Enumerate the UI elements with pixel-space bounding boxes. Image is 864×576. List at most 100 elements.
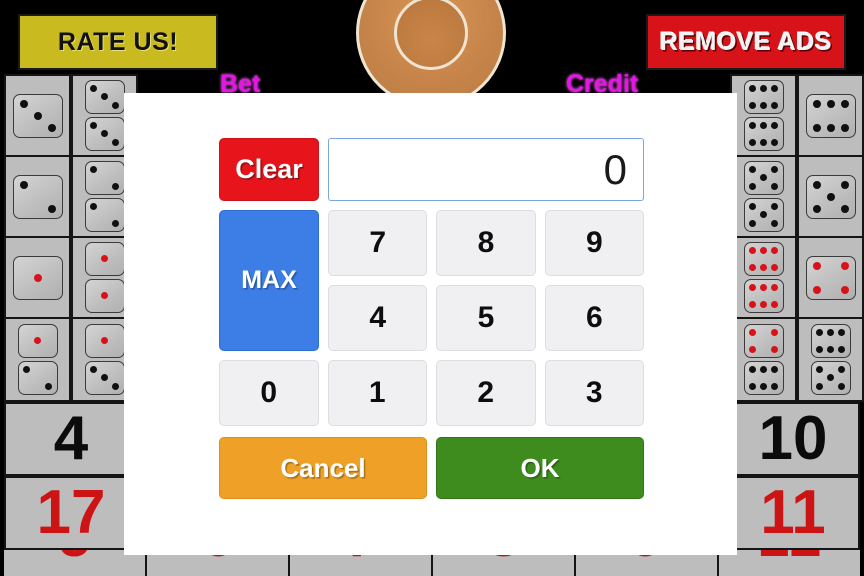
die-pip <box>770 121 778 129</box>
die-pip <box>826 123 835 132</box>
die-pip <box>33 273 42 282</box>
die-pip <box>770 102 778 110</box>
die-pip <box>100 93 108 101</box>
die-face-1 <box>12 255 63 300</box>
die-face-6 <box>810 324 851 358</box>
dice-cell[interactable] <box>6 238 69 319</box>
die-pip <box>749 121 757 129</box>
cancel-button[interactable]: Cancel <box>219 437 427 499</box>
die-pip <box>759 283 767 291</box>
die-pip <box>816 346 824 354</box>
dice-cell[interactable] <box>799 319 862 400</box>
remove-ads-button[interactable]: REMOVE ADS <box>646 14 846 70</box>
die-pip <box>100 292 108 300</box>
die-pip <box>90 84 98 92</box>
die-face-6 <box>743 117 784 151</box>
bet-amount-keypad-dialog: Clear 0 MAX 789456 0123 Cancel OK <box>124 93 737 555</box>
key-9[interactable]: 9 <box>544 210 644 276</box>
amount-value: 0 <box>603 145 627 193</box>
die-pip <box>749 283 757 291</box>
die-face-5 <box>743 161 784 195</box>
dice-column-right-inner <box>730 74 797 402</box>
die-pip <box>749 365 757 373</box>
dice-cell[interactable] <box>732 319 795 400</box>
ok-button[interactable]: OK <box>436 437 644 499</box>
die-pip <box>90 202 98 210</box>
max-button[interactable]: MAX <box>219 210 319 351</box>
spinner-wheel-inner-icon <box>394 0 468 70</box>
digit-grid-upper: 789 456 <box>328 210 644 351</box>
die-pip <box>816 383 824 391</box>
die-pip <box>111 183 119 191</box>
die-pip <box>770 264 778 272</box>
key-2[interactable]: 2 <box>436 360 536 426</box>
board-number-cell[interactable]: 11 <box>726 476 860 550</box>
die-pip <box>812 123 821 132</box>
die-pip <box>759 365 767 373</box>
die-pip <box>111 383 119 391</box>
rate-us-button[interactable]: RATE US! <box>18 14 218 70</box>
die-pip <box>770 246 778 254</box>
die-pip <box>826 328 834 336</box>
amount-display-field[interactable]: 0 <box>328 138 644 201</box>
dice-cell[interactable] <box>732 238 795 319</box>
die-pip <box>837 346 845 354</box>
die-pip <box>816 328 824 336</box>
board-number-cell[interactable]: 4 <box>4 402 138 476</box>
die-face-3 <box>12 93 63 138</box>
die-pip <box>826 99 835 108</box>
board-number-cell[interactable]: 10 <box>726 402 860 476</box>
die-pip <box>759 174 767 182</box>
key-8[interactable]: 8 <box>436 210 536 276</box>
die-pip <box>840 99 849 108</box>
key-7[interactable]: 7 <box>328 210 428 276</box>
dice-cell[interactable] <box>799 76 862 157</box>
dice-cell[interactable] <box>6 157 69 238</box>
key-6[interactable]: 6 <box>544 285 644 351</box>
die-pip <box>812 285 821 294</box>
max-label: MAX <box>241 266 297 294</box>
die-pip <box>840 123 849 132</box>
die-pip <box>770 220 778 228</box>
dice-cell[interactable] <box>732 76 795 157</box>
die-pip <box>749 328 757 336</box>
die-pip <box>47 123 56 132</box>
die-pip <box>770 84 778 92</box>
die-pip <box>749 165 757 173</box>
board-number-cell[interactable]: 12 <box>719 550 860 576</box>
dice-cell[interactable] <box>799 238 862 319</box>
die-pip <box>749 346 757 354</box>
die-pip <box>759 139 767 147</box>
die-pip <box>770 328 778 336</box>
die-pip <box>749 246 757 254</box>
key-5[interactable]: 5 <box>436 285 536 351</box>
dice-cell[interactable] <box>6 76 69 157</box>
key-4[interactable]: 4 <box>328 285 428 351</box>
die-pip <box>47 204 56 213</box>
die-pip <box>749 301 757 309</box>
die-pip <box>812 261 821 270</box>
die-face-6 <box>743 242 784 276</box>
die-face-1 <box>84 242 125 276</box>
die-face-4 <box>805 255 856 300</box>
dice-cell[interactable] <box>6 319 69 400</box>
remove-ads-label: REMOVE ADS <box>659 27 833 56</box>
dice-cell[interactable] <box>732 157 795 238</box>
key-3[interactable]: 3 <box>544 360 644 426</box>
die-pip <box>770 139 778 147</box>
die-pip <box>770 183 778 191</box>
key-0[interactable]: 0 <box>219 360 319 426</box>
board-number-cell[interactable]: 17 <box>4 476 138 550</box>
die-face-1 <box>84 324 125 358</box>
key-1[interactable]: 1 <box>327 360 427 426</box>
die-face-6 <box>805 93 856 138</box>
dice-cell[interactable] <box>799 157 862 238</box>
die-face-2 <box>17 361 58 395</box>
ok-label: OK <box>520 452 560 483</box>
die-pip <box>111 220 119 228</box>
rate-us-label: RATE US! <box>57 27 179 56</box>
die-pip <box>840 180 849 189</box>
spinner-wheel-icon <box>356 0 506 108</box>
clear-button[interactable]: Clear <box>219 138 319 201</box>
die-pip <box>749 183 757 191</box>
